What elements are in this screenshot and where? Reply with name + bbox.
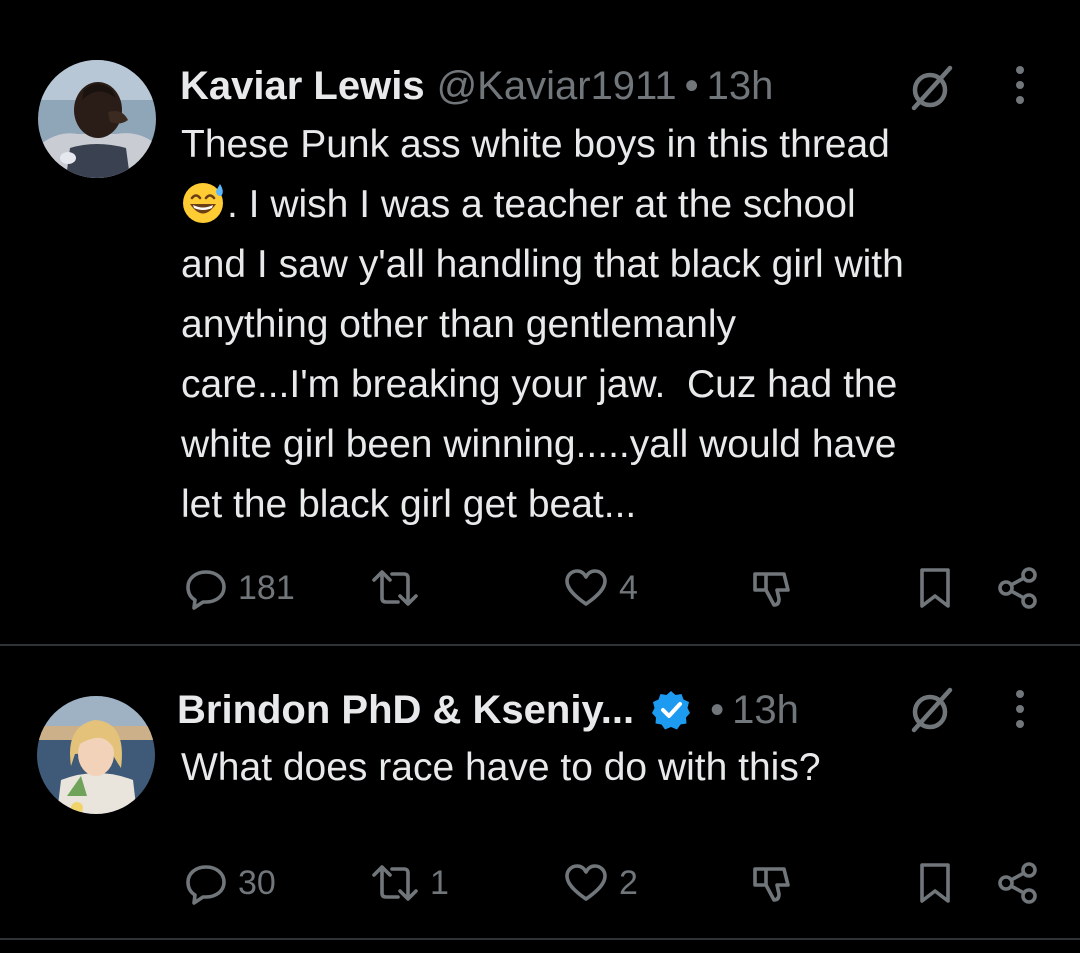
share-icon xyxy=(998,862,1037,904)
author-name[interactable]: Kaviar Lewis xyxy=(180,64,425,109)
reply-count: 30 xyxy=(238,863,276,902)
post-text: These Punk ass white boys in this thread… xyxy=(181,115,1061,535)
dot-separator: • xyxy=(710,687,725,732)
repost-button[interactable]: 1 xyxy=(370,858,449,908)
like-count: 2 xyxy=(619,863,638,902)
like-icon xyxy=(565,864,607,901)
post-divider xyxy=(0,938,1080,940)
dislike-icon xyxy=(753,867,790,902)
post-text-part: These Punk ass white boys in this thread xyxy=(181,123,890,166)
share-icon xyxy=(998,567,1037,609)
reply-button[interactable]: 30 xyxy=(184,858,276,908)
bookmark-button[interactable] xyxy=(917,563,953,613)
repost-count: 1 xyxy=(430,863,449,902)
bookmark-icon xyxy=(920,568,950,608)
avatar-photo xyxy=(37,696,155,814)
reply-icon xyxy=(186,570,226,610)
author-avatar[interactable] xyxy=(37,696,155,814)
author-avatar[interactable] xyxy=(38,60,156,178)
post-kaviar-lewis[interactable]: Kaviar Lewis @Kaviar1911 • 13h These Pun… xyxy=(0,0,1080,645)
dot-separator: • xyxy=(684,63,699,108)
reply-button[interactable]: 181 xyxy=(184,563,295,613)
like-icon xyxy=(565,569,607,606)
post-brindon[interactable]: Brindon PhD & Kseniy... • 13h What does … xyxy=(0,646,1080,939)
verified-badge-icon[interactable] xyxy=(650,689,692,731)
like-count: 4 xyxy=(619,568,638,607)
more-icon[interactable] xyxy=(1005,684,1035,736)
share-button[interactable] xyxy=(996,858,1040,908)
like-button[interactable]: 2 xyxy=(563,858,638,908)
post-actions: 181 4 xyxy=(0,563,1080,613)
post-time[interactable]: 13h xyxy=(732,688,799,733)
like-button[interactable]: 4 xyxy=(563,563,638,613)
dislike-icon xyxy=(753,572,790,607)
grok-icon[interactable] xyxy=(906,684,958,736)
repost-icon xyxy=(372,570,418,606)
grinning-face-with-sweat-emoji xyxy=(183,183,223,223)
dislike-button[interactable] xyxy=(750,858,794,908)
post-actions: 30 1 2 xyxy=(0,858,1080,908)
bookmark-button[interactable] xyxy=(917,858,953,908)
author-handle[interactable]: @Kaviar1911 xyxy=(437,64,677,109)
dislike-button[interactable] xyxy=(750,563,794,613)
avatar-photo xyxy=(38,60,156,178)
reply-count: 181 xyxy=(238,568,295,607)
repost-button[interactable] xyxy=(370,563,430,613)
post-time[interactable]: 13h xyxy=(707,64,774,109)
more-icon[interactable] xyxy=(1005,60,1035,112)
reply-icon xyxy=(186,865,226,905)
post-text: What does race have to do with this? xyxy=(181,746,821,789)
share-button[interactable] xyxy=(996,563,1040,613)
post-text-part: . I wish I was a teacher at the school a… xyxy=(181,183,904,526)
bookmark-icon xyxy=(920,863,950,903)
author-name[interactable]: Brindon PhD & Kseniy... xyxy=(177,688,634,733)
repost-icon xyxy=(372,865,418,901)
grok-icon[interactable] xyxy=(906,62,958,114)
